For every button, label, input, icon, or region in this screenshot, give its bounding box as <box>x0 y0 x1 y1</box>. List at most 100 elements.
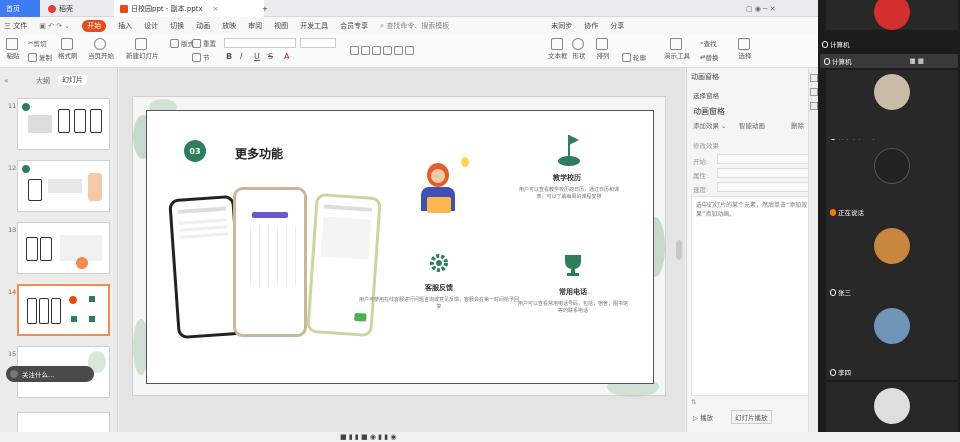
cut-button[interactable]: ✂ 剪切 <box>28 38 46 48</box>
play-icon <box>94 38 106 50</box>
tab-home[interactable]: 首页 <box>0 0 40 17</box>
slide-thumbnail-11[interactable] <box>17 98 110 150</box>
collapse-panel-icon[interactable]: « <box>4 76 9 85</box>
speed-select[interactable] <box>717 182 815 192</box>
new-slide-button[interactable]: 新建幻灯片 <box>126 38 159 60</box>
textbox-button[interactable]: 文本框 <box>548 38 568 60</box>
side-tool-icon[interactable] <box>810 74 818 82</box>
lightbulb-icon <box>461 157 469 167</box>
start-select[interactable] <box>717 154 815 164</box>
tab-document[interactable]: 日校园ppt - 副本.pptx × <box>114 0 264 17</box>
reset-button[interactable]: 重置 <box>192 38 216 48</box>
slide-thumbnail-13[interactable] <box>17 222 110 274</box>
search-command[interactable]: ⌕ 查找命令、搜索模板 <box>380 21 449 31</box>
numbered-list-icon <box>361 45 370 55</box>
side-tool-icon[interactable] <box>810 102 818 110</box>
menu-transition[interactable]: 切换 <box>170 21 184 31</box>
replace-button[interactable]: ⇄ 替换 <box>700 52 718 62</box>
participant-tile[interactable]: 正在说话 <box>826 140 958 220</box>
menu-review[interactable]: 审阅 <box>248 21 262 31</box>
menu-insert[interactable]: 插入 <box>118 21 132 31</box>
participant-tile[interactable] <box>826 382 958 432</box>
slideshow-button[interactable]: 幻灯片播放 <box>731 410 772 424</box>
participant-tile[interactable] <box>826 0 958 30</box>
play-button[interactable]: ▷ 播放 <box>693 412 713 422</box>
find-button[interactable]: ⌕ 查找 <box>700 38 717 49</box>
select-button[interactable]: 选择 <box>738 38 752 60</box>
paste-icon <box>6 38 18 50</box>
new-tab-button[interactable]: + <box>256 0 274 17</box>
menu-member[interactable]: 会员专享 <box>340 21 368 31</box>
tab-docer[interactable]: 稻壳 <box>42 0 104 17</box>
tab-outline[interactable]: 大纲 <box>36 76 50 86</box>
font-size-select[interactable] <box>300 38 336 48</box>
property-select[interactable] <box>717 168 815 178</box>
shape-button[interactable]: 形状 <box>572 38 586 60</box>
arrange-button[interactable]: 排列 <box>596 38 610 60</box>
share-button[interactable]: 分享 <box>610 21 624 31</box>
vertical-scrollbar[interactable] <box>676 240 682 260</box>
participant-tile[interactable]: 就在上午八点 <box>826 70 958 150</box>
menu-animation[interactable]: 动画 <box>196 21 210 31</box>
feature-title-calendar: 教学校历 <box>553 174 581 182</box>
delete-button[interactable]: 删除 <box>791 120 804 130</box>
quick-access-icons[interactable]: ▣ ↶ ↷ ⌄ <box>39 22 70 30</box>
sync-status[interactable]: 未同步 <box>551 21 572 31</box>
menu-design[interactable]: 设计 <box>144 21 158 31</box>
menu-home[interactable]: 开始 <box>82 19 107 32</box>
format-painter-button[interactable]: 格式刷 <box>58 38 78 60</box>
outline-button[interactable]: 轮廓 <box>622 52 646 62</box>
menu-slideshow[interactable]: 放映 <box>222 21 236 31</box>
active-speaker-overlay[interactable]: 计算机 ▦ ▦ <box>820 54 958 68</box>
select-pane-link[interactable]: 选择窗格 <box>693 90 719 100</box>
copy-button[interactable]: 复制 <box>28 52 52 62</box>
close-tab-icon[interactable]: × <box>213 5 219 13</box>
file-menu[interactable]: 三 文件 <box>4 21 27 31</box>
ppt-icon <box>120 4 128 13</box>
docer-icon <box>48 4 56 13</box>
start-label: 开始: <box>693 158 709 166</box>
notification-toast[interactable]: 关注什么... <box>6 366 94 382</box>
textbox-icon <box>550 38 563 50</box>
taskbar-icons[interactable]: ■ ▮ ▮ ■ ◉ ▮ ▮ ◉ <box>340 433 396 441</box>
play-from-current-button[interactable]: 当页开始 <box>88 38 114 60</box>
participant-tile[interactable]: 李四 <box>826 300 958 380</box>
section-button[interactable]: 节 <box>192 52 210 62</box>
layout-button[interactable]: 版式 <box>170 38 194 48</box>
presentation-tools-button[interactable]: 演示工具 <box>664 38 690 60</box>
slide-title: 更多功能 <box>235 147 284 161</box>
slide-number: 12 <box>8 164 17 172</box>
italic-button[interactable]: I <box>240 52 242 61</box>
participant-avatar <box>874 388 910 424</box>
side-tool-icon[interactable] <box>810 88 818 96</box>
underline-button[interactable]: U <box>254 52 260 61</box>
paste-button[interactable]: 粘贴 <box>6 38 20 60</box>
slide-content[interactable]: 03 更多功能 教学校历 用户可以查看教学校历的日历，通过日历和课表，可以了解每… <box>146 110 654 384</box>
bold-button[interactable]: B <box>226 52 232 61</box>
participant-avatar <box>874 228 910 264</box>
font-color-button[interactable]: A <box>284 52 289 61</box>
grid-icon[interactable]: ▦ ▦ <box>910 57 924 65</box>
paragraph-controls[interactable] <box>350 38 470 62</box>
align-center-icon <box>394 45 403 55</box>
window-controls[interactable]: ▢ ◉ ─ ✕ <box>740 0 781 17</box>
font-family-select[interactable] <box>224 38 296 48</box>
layout-icon <box>170 38 179 48</box>
tab-slides[interactable]: 幻灯片 <box>58 75 87 85</box>
strike-button[interactable]: S <box>268 52 273 61</box>
animation-list[interactable]: 选中幻灯片的某个元素，然后单击“添加效果”添加动画。 <box>691 196 815 396</box>
slide-thumbnail-14[interactable] <box>17 284 110 336</box>
add-effect-button[interactable]: 添加效果 ⌄ <box>693 120 727 130</box>
menu-developer[interactable]: 开发工具 <box>300 21 328 31</box>
speed-label: 速度: <box>693 186 709 194</box>
participant-tile[interactable]: 张三 <box>826 220 958 300</box>
menu-view[interactable]: 视图 <box>274 21 288 31</box>
side-toolbar <box>808 68 818 432</box>
participant-name: 张三 <box>830 287 851 297</box>
feature-text-phone: 用户可以查看常用电话号码，包括，宿舍，图书馆等的联系电话 <box>517 301 628 314</box>
smart-animation-button[interactable]: 智能动画 <box>739 120 765 130</box>
outline-icon <box>622 52 631 62</box>
collab-button[interactable]: 协作 <box>584 21 598 31</box>
slide-thumbnail-12[interactable] <box>17 160 110 212</box>
slide-number: 14 <box>8 288 17 296</box>
